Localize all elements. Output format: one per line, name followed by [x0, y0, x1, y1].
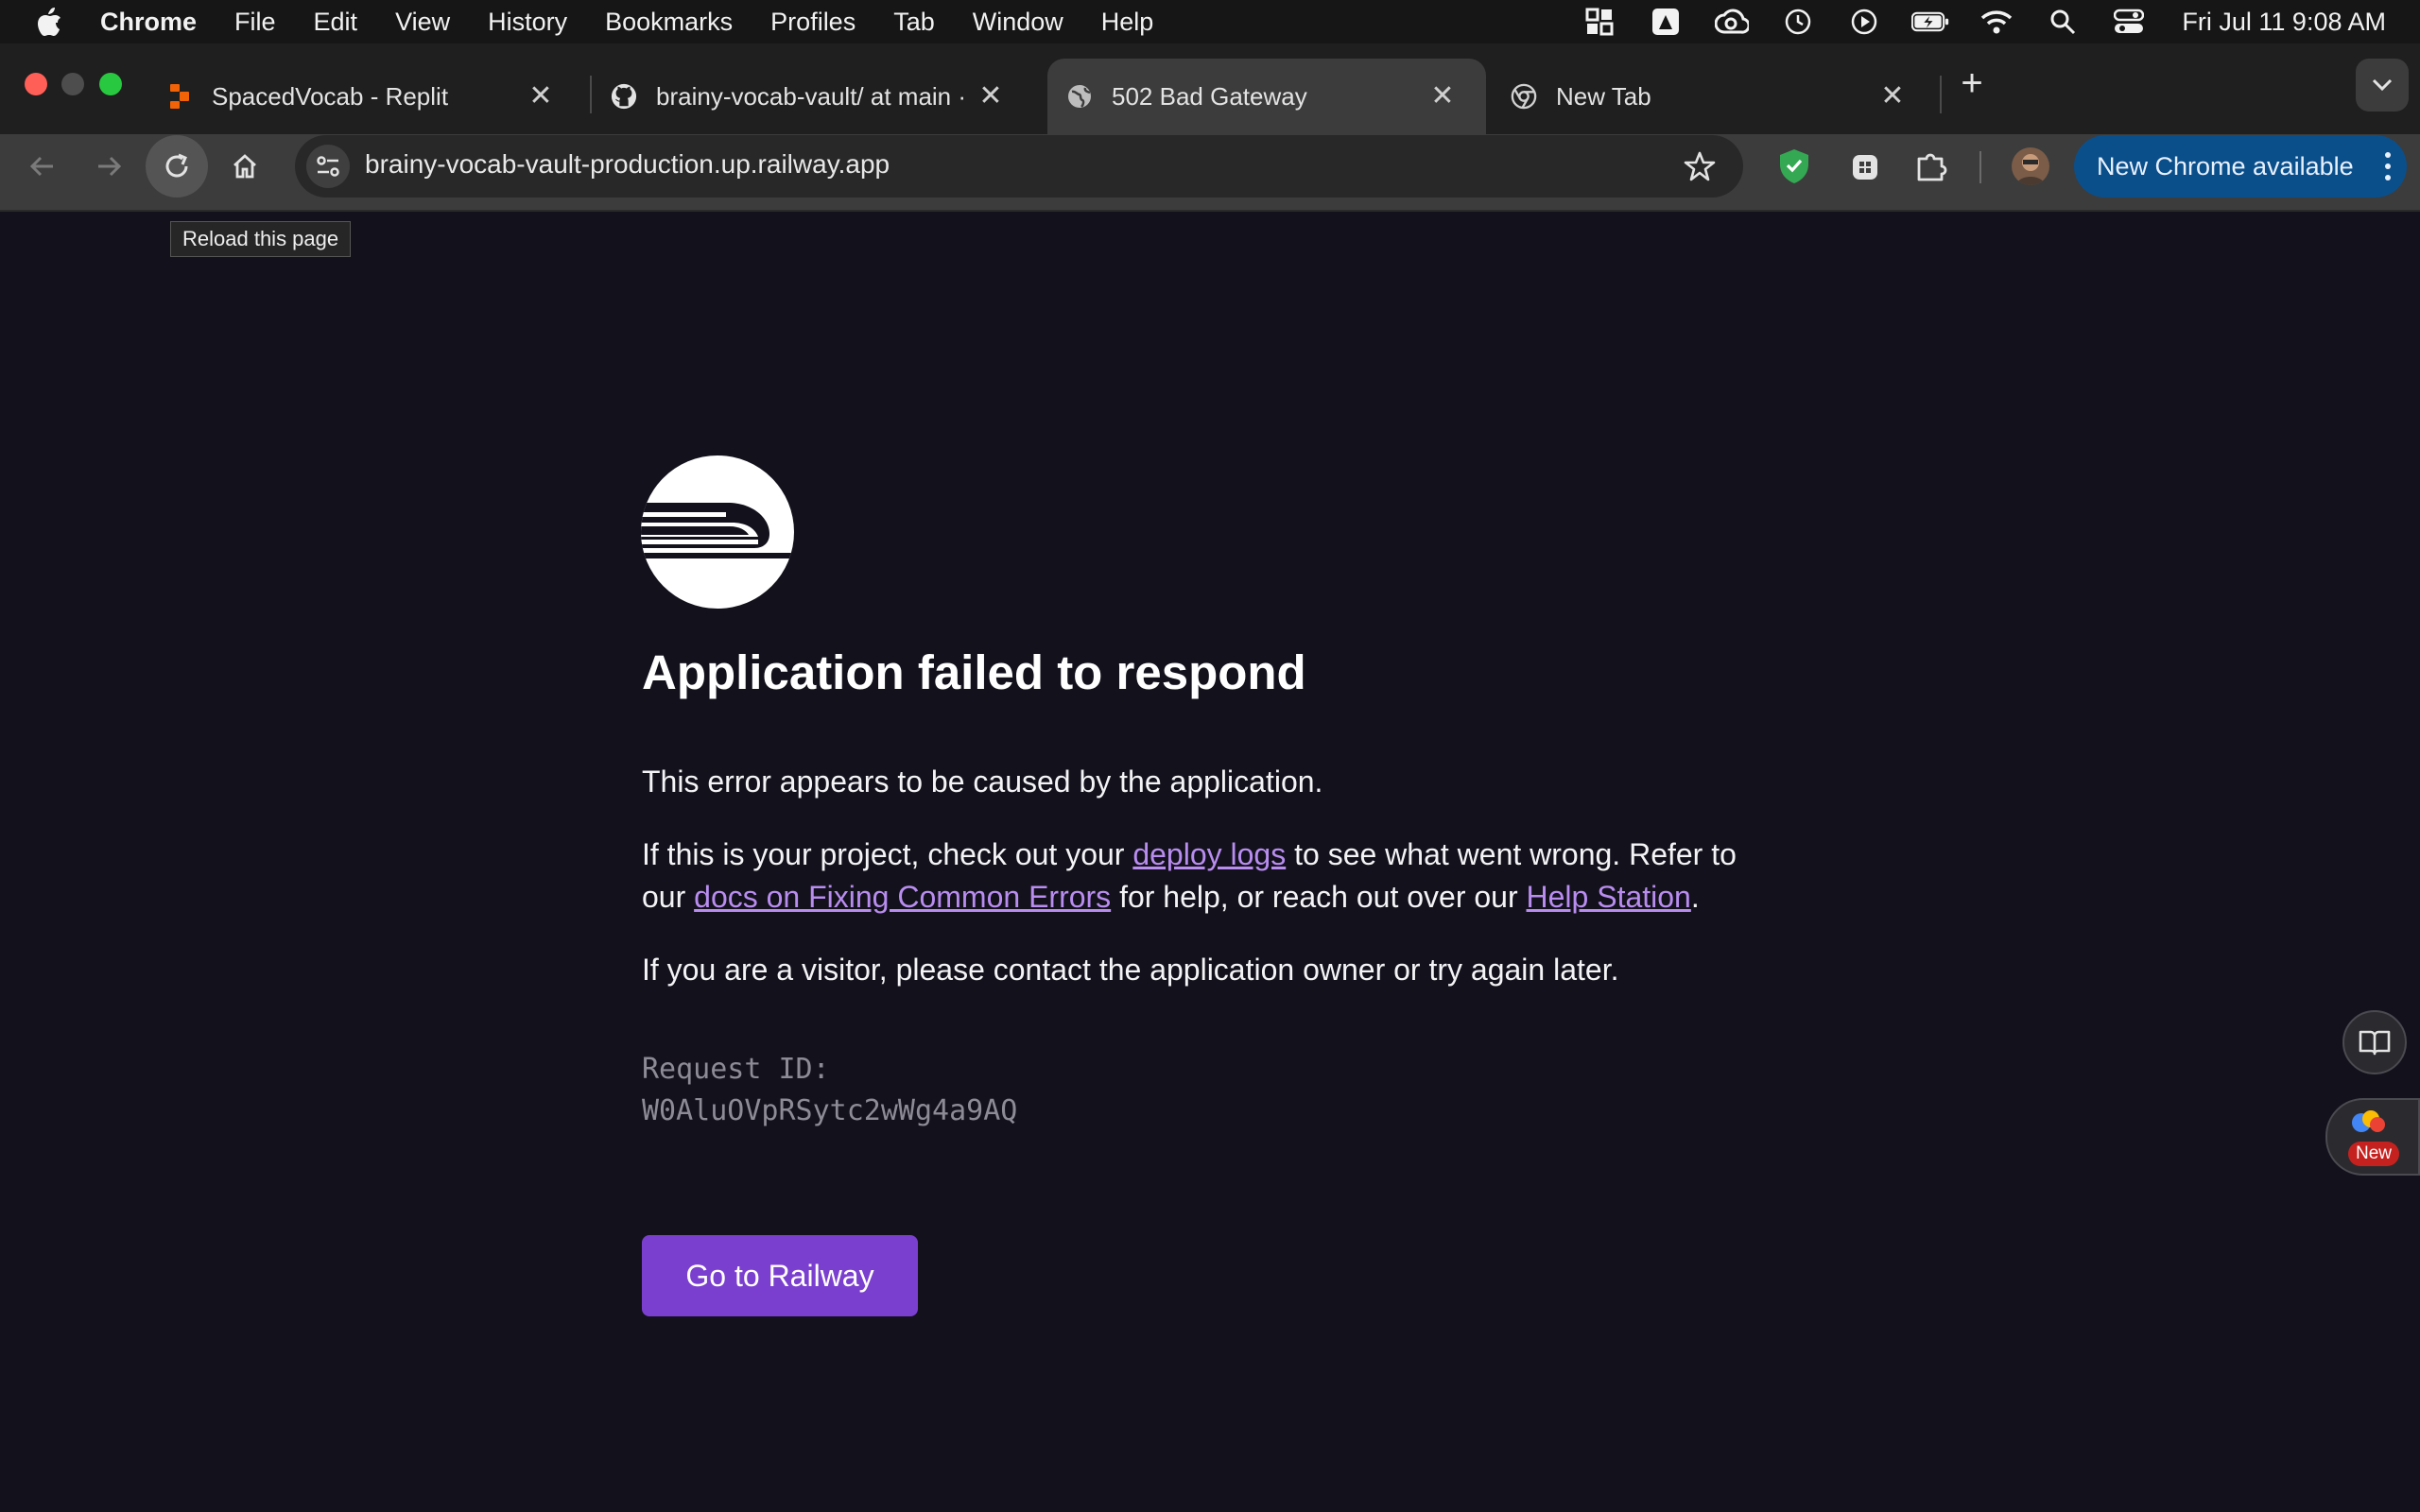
- menu-profiles[interactable]: Profiles: [770, 8, 856, 37]
- replit-icon: [166, 83, 193, 110]
- wifi-icon[interactable]: [1978, 8, 2015, 36]
- menu-history[interactable]: History: [488, 8, 567, 37]
- profile-avatar[interactable]: [2012, 147, 2049, 185]
- tab-title: SpacedVocab - Replit: [212, 81, 449, 111]
- tab-close-icon[interactable]: ✕: [1426, 79, 1460, 113]
- tab-title: brainy-vocab-vault/ at main ·: [656, 81, 967, 111]
- menu-help[interactable]: Help: [1101, 8, 1154, 37]
- menu-window[interactable]: Window: [973, 8, 1063, 37]
- github-icon: [611, 83, 637, 110]
- menu-app-chrome[interactable]: Chrome: [100, 8, 197, 37]
- window-minimize-button[interactable]: [61, 73, 84, 95]
- bookmark-star-icon[interactable]: [1683, 149, 1717, 183]
- menu-tab[interactable]: Tab: [893, 8, 935, 37]
- go-to-railway-button[interactable]: Go to Railway: [642, 1235, 918, 1316]
- site-info-tune-icon[interactable]: [306, 145, 350, 188]
- page-title: Application failed to respond: [642, 645, 1306, 699]
- tab-spacedvocab-replit[interactable]: SpacedVocab - Replit ✕: [146, 59, 584, 134]
- tab-search-chevron-icon[interactable]: [2356, 59, 2409, 112]
- tab-close-icon[interactable]: ✕: [1876, 79, 1910, 113]
- extensions-puzzle-icon[interactable]: [1913, 147, 1951, 185]
- project-help-paragraph: If this is your project, check out your …: [642, 833, 1737, 919]
- more-menu-icon[interactable]: [2382, 150, 2394, 182]
- reload-tooltip: Reload this page: [170, 221, 352, 257]
- grid-app-icon[interactable]: [1581, 8, 1618, 36]
- tab-title: 502 Bad Gateway: [1112, 81, 1307, 111]
- shield-extension-icon[interactable]: [1777, 147, 1811, 185]
- time-machine-icon[interactable]: [1779, 8, 1817, 36]
- tab-title: New Tab: [1556, 81, 1651, 111]
- menubar-clock[interactable]: Fri Jul 11 9:08 AM: [2182, 8, 2386, 37]
- menu-view[interactable]: View: [395, 8, 450, 37]
- chrome-icon: [1511, 83, 1537, 110]
- colorful-palette-icon: [2352, 1110, 2385, 1132]
- help-text: our: [642, 880, 695, 914]
- reading-mode-book-icon[interactable]: [2342, 1010, 2407, 1074]
- drive-app-icon[interactable]: [1647, 8, 1685, 36]
- extension-app-icon[interactable]: [1849, 151, 1881, 183]
- menu-file[interactable]: File: [234, 8, 276, 37]
- tab-separator: [590, 76, 592, 113]
- control-center-icon[interactable]: [2110, 8, 2148, 36]
- new-chrome-label: New Chrome available: [2097, 151, 2354, 180]
- new-tab-plus-icon[interactable]: +: [1953, 64, 1991, 102]
- deploy-logs-link[interactable]: deploy logs: [1132, 837, 1286, 871]
- request-id-label: Request ID:: [642, 1053, 830, 1086]
- globe-icon: [1066, 83, 1093, 110]
- window-close-button[interactable]: [25, 73, 47, 95]
- apple-logo-icon[interactable]: [36, 7, 62, 37]
- status-menus: Fri Jul 11 9:08 AM: [1552, 0, 2386, 43]
- new-badge: New: [2348, 1142, 2399, 1166]
- tab-github-repo[interactable]: brainy-vocab-vault/ at main · ✕: [596, 59, 1034, 134]
- help-text: If this is your project, check out your: [642, 837, 1133, 871]
- help-text: to see what went wrong. Refer to: [1286, 837, 1737, 871]
- forward-arrow-icon[interactable]: [78, 135, 140, 198]
- toolbar-divider: [1979, 151, 1981, 183]
- error-cause-text: This error appears to be caused by the a…: [642, 765, 1323, 799]
- spotlight-search-icon[interactable]: [2044, 8, 2082, 36]
- play-icon[interactable]: [1845, 8, 1883, 36]
- new-chrome-available-button[interactable]: New Chrome available: [2074, 135, 2407, 198]
- help-station-link[interactable]: Help Station: [1527, 880, 1691, 914]
- back-arrow-icon[interactable]: [11, 135, 74, 198]
- visitor-text: If you are a visitor, please contact the…: [642, 953, 1619, 987]
- request-id-value: W0AluOVpRSytc2wWg4a9AQ: [642, 1094, 1018, 1127]
- window-zoom-button[interactable]: [99, 73, 122, 95]
- help-text: for help, or reach out over our: [1111, 880, 1527, 914]
- home-icon[interactable]: [214, 135, 276, 198]
- tab-close-icon[interactable]: ✕: [974, 79, 1008, 113]
- menu-bookmarks[interactable]: Bookmarks: [605, 8, 733, 37]
- url-text[interactable]: brainy-vocab-vault-production.up.railway…: [365, 149, 890, 180]
- help-text: .: [1690, 880, 1700, 914]
- creative-cloud-icon[interactable]: [1713, 8, 1751, 36]
- menu-edit[interactable]: Edit: [314, 8, 358, 37]
- macos-menu-bar: Chrome File Edit View History Bookmarks …: [0, 0, 2420, 43]
- reload-icon[interactable]: [146, 135, 208, 198]
- railway-logo: [641, 455, 794, 609]
- tab-502-bad-gateway[interactable]: 502 Bad Gateway ✕: [1047, 59, 1486, 134]
- docs-fixing-errors-link[interactable]: docs on Fixing Common Errors: [694, 880, 1111, 914]
- battery-icon[interactable]: [1911, 8, 1949, 36]
- tab-new-tab[interactable]: New Tab ✕: [1497, 59, 1936, 134]
- tab-separator: [1940, 76, 1942, 113]
- tab-close-icon[interactable]: ✕: [524, 79, 558, 113]
